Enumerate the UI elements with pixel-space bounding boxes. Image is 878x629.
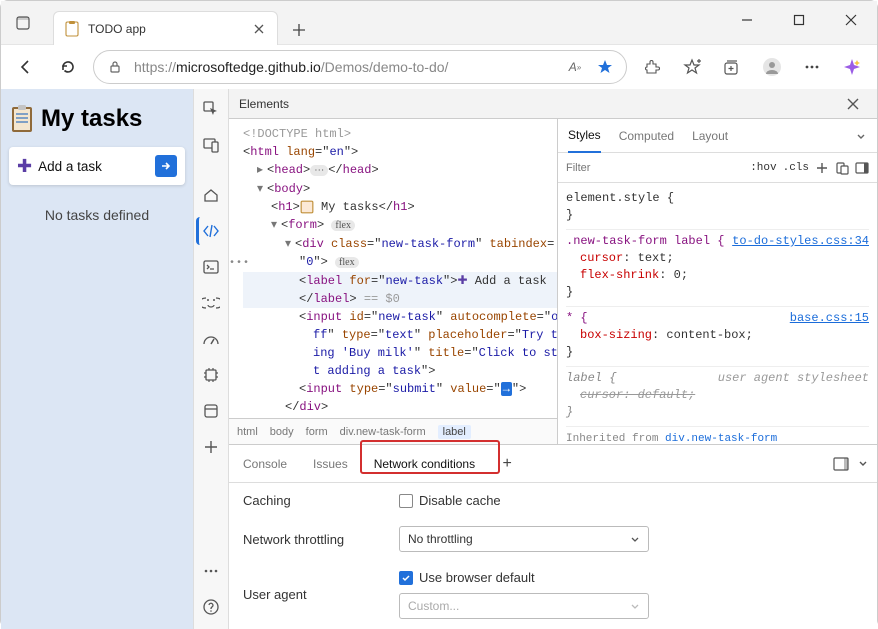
app-window-icon <box>1 1 45 45</box>
new-style-rule-icon[interactable] <box>815 161 829 175</box>
close-window-button[interactable] <box>829 5 873 35</box>
hov-toggle[interactable]: :hov <box>750 162 776 174</box>
application-tab-icon[interactable] <box>197 397 225 425</box>
favorites-icon[interactable] <box>675 50 709 84</box>
browser-default-checkbox[interactable]: Use browser default <box>399 570 649 585</box>
browser-tab[interactable]: TODO app <box>53 11 278 45</box>
devtools-close-button[interactable] <box>839 90 867 118</box>
new-tab-button[interactable] <box>284 15 314 45</box>
minimize-button[interactable] <box>725 5 769 35</box>
tab-title: TODO app <box>88 22 243 36</box>
drawer-tabs: Console Issues Network conditions + <box>229 445 877 483</box>
dom-tree[interactable]: ••• <!DOCTYPE html> <html lang="en"> ▸<h… <box>229 119 557 418</box>
stylesheet-link[interactable]: to-do-styles.css:34 <box>732 233 869 250</box>
breadcrumb-item[interactable]: div.new-task-form <box>340 426 426 438</box>
page-content: My tasks ✚ Add a task No tasks defined <box>1 89 193 629</box>
url-text: https://microsoftedge.github.io/Demos/de… <box>134 59 556 75</box>
help-icon[interactable] <box>197 593 225 621</box>
elements-tab-label[interactable]: Elements <box>239 97 289 111</box>
copilot-icon[interactable] <box>835 50 869 84</box>
memory-tab-icon[interactable] <box>197 361 225 389</box>
cls-toggle[interactable]: .cls <box>783 162 809 174</box>
empty-state-text: No tasks defined <box>9 207 185 223</box>
styles-filter-input[interactable] <box>566 162 744 174</box>
back-button[interactable] <box>9 50 43 84</box>
window-titlebar: TODO app <box>1 1 877 45</box>
elements-tab-icon[interactable] <box>196 217 224 245</box>
plus-icon: ✚ <box>17 156 32 177</box>
styles-tabs: Styles Computed Layout <box>558 119 877 153</box>
drawer-tab-console[interactable]: Console <box>237 451 293 477</box>
sources-tab-icon[interactable] <box>197 289 225 317</box>
collections-icon[interactable] <box>715 50 749 84</box>
drawer-dock-icon[interactable] <box>833 457 849 471</box>
more-options-icon[interactable] <box>197 557 225 585</box>
gutter-dots-icon: ••• <box>229 255 250 273</box>
inherited-from-link[interactable]: div.new-task-form <box>665 433 777 444</box>
breadcrumb-item[interactable]: body <box>270 426 294 438</box>
device-icon[interactable] <box>835 161 849 175</box>
reader-icon[interactable]: A» <box>564 56 586 78</box>
chevron-down-icon[interactable] <box>855 130 867 142</box>
highlight-annotation <box>360 440 500 474</box>
user-agent-label: User agent <box>243 587 383 602</box>
clipboard-icon <box>11 105 33 133</box>
console-tab-icon[interactable] <box>197 253 225 281</box>
uas-label: user agent stylesheet <box>718 370 869 387</box>
custom-ua-select: Custom... <box>399 593 649 619</box>
url-bar[interactable]: https://microsoftedge.github.io/Demos/de… <box>93 50 627 84</box>
lock-icon <box>104 56 126 78</box>
disable-cache-checkbox[interactable]: Disable cache <box>399 493 501 508</box>
devtools-activity-bar <box>193 89 229 629</box>
breadcrumb-item[interactable]: form <box>306 426 328 438</box>
tab-favicon-icon <box>64 21 80 37</box>
devtools-header: Elements <box>229 89 877 119</box>
device-toggle-icon[interactable] <box>197 131 225 159</box>
add-task-submit-button[interactable] <box>155 155 177 177</box>
network-conditions-panel: Caching Disable cache Network throttling… <box>229 483 877 629</box>
more-menu-icon[interactable] <box>795 50 829 84</box>
stylesheet-link[interactable]: base.css:15 <box>790 310 869 327</box>
tab-layout[interactable]: Layout <box>692 119 728 153</box>
tab-computed[interactable]: Computed <box>619 119 674 153</box>
tab-close-button[interactable] <box>251 21 267 37</box>
breadcrumb-item[interactable]: label <box>438 425 471 439</box>
breadcrumb-item[interactable]: html <box>237 426 258 438</box>
caching-label: Caching <box>243 493 383 508</box>
address-bar: https://microsoftedge.github.io/Demos/de… <box>1 45 877 89</box>
style-rules[interactable]: element.style { } to-do-styles.css:34 .n… <box>558 183 877 444</box>
inspect-icon[interactable] <box>197 95 225 123</box>
welcome-tab-icon[interactable] <box>197 181 225 209</box>
drawer-tab-issues[interactable]: Issues <box>307 451 354 477</box>
tab-styles[interactable]: Styles <box>568 119 601 153</box>
extensions-icon[interactable] <box>635 50 669 84</box>
maximize-button[interactable] <box>777 5 821 35</box>
more-tabs-button[interactable] <box>197 433 225 461</box>
drawer-collapse-icon[interactable] <box>857 457 869 471</box>
refresh-button[interactable] <box>51 50 85 84</box>
app-title: My tasks <box>41 105 142 133</box>
performance-tab-icon[interactable] <box>197 325 225 353</box>
throttling-label: Network throttling <box>243 532 383 547</box>
throttling-select[interactable]: No throttling <box>399 526 649 552</box>
add-task-label: Add a task <box>38 159 149 174</box>
profile-icon[interactable] <box>755 50 789 84</box>
toggle-pane-icon[interactable] <box>855 161 869 175</box>
styles-toolbar: :hov .cls <box>558 153 877 183</box>
favorite-star-icon[interactable] <box>594 56 616 78</box>
add-task-input[interactable]: ✚ Add a task <box>9 147 185 185</box>
